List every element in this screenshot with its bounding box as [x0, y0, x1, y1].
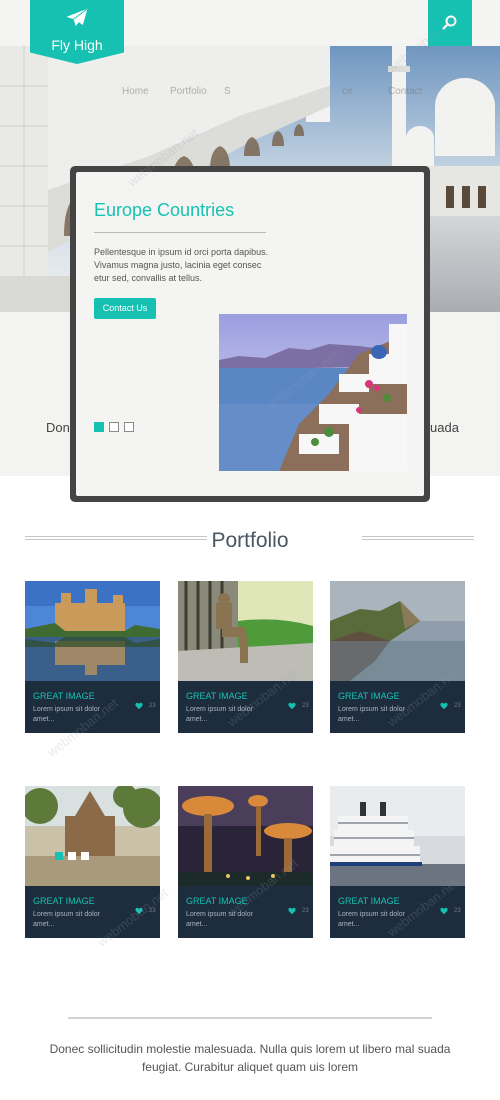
featured-slider: Europe Countries Pellentesque in ipsum i… — [70, 166, 430, 502]
hero-caption-right: uada — [430, 420, 459, 435]
card-image-cliffs — [330, 581, 465, 681]
heart-icon[interactable] — [288, 702, 296, 710]
slide-description: Pellentesque in ipsum id orci porta dapi… — [94, 247, 269, 283]
likes-count: 23 — [302, 703, 309, 709]
card-title[interactable]: GREAT IMAGE — [338, 691, 400, 701]
footer-quote: Donec sollicitudin molestie malesuada. N… — [49, 1042, 451, 1074]
nav-item-team[interactable]: ce — [342, 86, 353, 97]
slide-title-divider — [94, 232, 266, 233]
card-description: Lorem ipsum sit dolor amet... — [33, 911, 100, 928]
slide-image — [219, 314, 407, 471]
card-image-castle — [25, 581, 160, 681]
nav-item-services[interactable]: S — [224, 86, 231, 97]
nav-item-home[interactable]: Home — [122, 86, 149, 97]
quote-divider — [68, 1017, 432, 1019]
slider-panel: Europe Countries Pellentesque in ipsum i… — [76, 172, 424, 496]
slide-title: Europe Countries — [94, 200, 235, 220]
logo-text: Fly High — [51, 37, 103, 53]
heart-icon[interactable] — [288, 907, 296, 915]
slide-dot-1[interactable] — [94, 422, 104, 432]
heart-icon[interactable] — [440, 907, 448, 915]
card-title[interactable]: GREAT IMAGE — [186, 691, 248, 701]
card-title[interactable]: GREAT IMAGE — [33, 896, 95, 906]
nav-item-portfolio[interactable]: Portfolio — [170, 86, 207, 97]
page: Home Portfolio S ce Contact Fly High Don… — [0, 0, 500, 1100]
likes-count: 23 — [454, 703, 461, 709]
slide-dot-2[interactable] — [109, 422, 119, 432]
portfolio-title: Portfolio — [211, 529, 289, 552]
contact-us-button[interactable]: Contact Us — [94, 298, 156, 319]
nav-item-contact[interactable]: Contact — [388, 86, 422, 97]
slide-dot-3[interactable] — [124, 422, 134, 432]
card-description: Lorem ipsum sit dolor amet... — [186, 911, 253, 928]
portfolio-card[interactable]: GREAT IMAGE Lorem ipsum sit dolor amet..… — [330, 786, 465, 938]
logo[interactable]: Fly High — [30, 0, 124, 64]
likes-count: 23 — [454, 908, 461, 914]
card-image-temple — [25, 786, 160, 886]
card-title[interactable]: GREAT IMAGE — [338, 896, 400, 906]
likes-count: 23 — [149, 703, 156, 709]
card-title[interactable]: GREAT IMAGE — [33, 691, 95, 701]
airplane-icon — [66, 8, 88, 27]
likes-count: 23 — [302, 908, 309, 914]
heart-icon[interactable] — [135, 702, 143, 710]
heart-icon[interactable] — [440, 702, 448, 710]
card-image-riverboat — [330, 786, 465, 886]
